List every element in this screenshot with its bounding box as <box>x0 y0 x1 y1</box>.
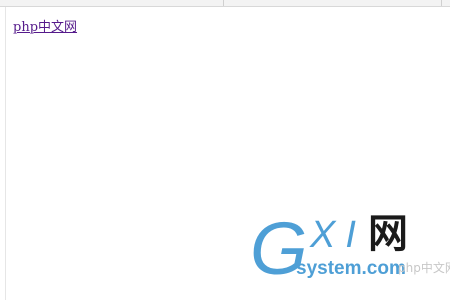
toolbar-divider <box>223 0 224 6</box>
toolbar-divider <box>441 0 442 6</box>
browser-viewport: php中文网 G XI 网 system.com php中文网 <box>0 0 450 300</box>
gxi-watermark-logo: G XI 网 system.com php中文网 <box>248 210 450 296</box>
toolbar-strip <box>0 0 450 7</box>
watermark-letters-xi: XI <box>310 214 366 256</box>
watermark-overlay-text: php中文网 <box>398 261 450 275</box>
page-left-edge <box>5 7 6 300</box>
watermark-wang-character: 网 <box>368 211 408 257</box>
watermark-domain: system.com <box>296 258 406 279</box>
php-cn-link[interactable]: php中文网 <box>13 16 77 35</box>
